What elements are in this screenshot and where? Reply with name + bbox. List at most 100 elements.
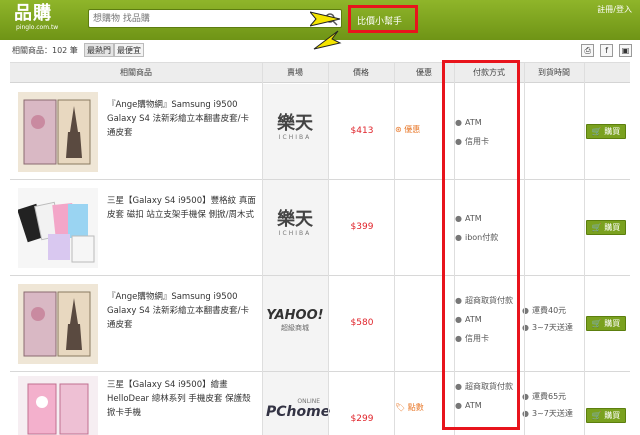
bullet-icon: ●	[455, 382, 462, 391]
buy-button[interactable]: 🛒 購買	[586, 220, 626, 235]
store-subname: ICHIBA	[278, 230, 312, 237]
payment-methods: ● ATM ● 信用卡	[455, 116, 529, 154]
store-name: YAHOO!	[266, 308, 324, 323]
result-count: 相關商品：102 筆	[12, 46, 78, 55]
store-cell: YAHOO! 超級商城	[262, 276, 328, 371]
product-title[interactable]: 『Ange購物網』Samsung i9500 Galaxy S4 法新彩繪立本翻…	[107, 290, 257, 332]
promo-badge[interactable]: 🏷 點數	[395, 402, 450, 413]
facebook-icon[interactable]: f	[600, 44, 614, 57]
buy-label: 購買	[604, 319, 621, 328]
logo-subtext: pinglo.com.tw	[16, 24, 59, 31]
product-thumbnail[interactable]	[18, 92, 98, 172]
shipping-fee: 運費65元	[531, 392, 567, 401]
bullet-icon: ●	[455, 401, 462, 410]
column-divider	[328, 63, 329, 435]
share-icon[interactable]: ▣	[619, 44, 632, 57]
buy-button[interactable]: 🛒 購買	[586, 408, 626, 423]
bullet-icon: ●	[455, 137, 462, 146]
shipping-fee: 運費40元	[531, 306, 567, 315]
store-logo[interactable]: 樂天 ICHIBA	[266, 113, 324, 142]
cart-icon: 🛒	[591, 319, 602, 328]
payment-method: ATM	[464, 214, 482, 223]
search-box	[88, 9, 342, 28]
bullet-icon: ●	[455, 118, 462, 127]
payment-method: ibon付款	[464, 233, 499, 242]
buy-label: 購買	[604, 223, 621, 232]
store-logo[interactable]: ONLINE PChome	[266, 398, 331, 420]
bullet-icon: ●	[455, 296, 462, 305]
column-header-product: 相關商品	[120, 68, 152, 77]
pointer-arrow-icon	[310, 11, 341, 27]
buy-label: 購買	[604, 127, 621, 136]
table-header: 相關商品 賣場 價格 優惠 付款方式 到貨時間	[10, 63, 630, 83]
store-cell: ONLINE PChome	[262, 372, 331, 435]
product-title[interactable]: 三星【Galaxy S4 i9500】繪畫 HelloDear 總林系列 手機皮…	[107, 378, 257, 420]
buy-button[interactable]: 🛒 購買	[586, 124, 626, 139]
delivery-info: ● 運費65元 ● 3~7天送達	[522, 390, 582, 424]
column-divider	[394, 63, 395, 435]
bullet-icon: ●	[455, 334, 462, 343]
cart-icon: 🛒	[591, 127, 602, 136]
sort-cheap-button[interactable]: 最便宜	[114, 43, 144, 57]
payment-methods: ● 超商取貨付款 ● ATM	[455, 380, 529, 418]
product-price: $580	[350, 318, 374, 328]
product-title[interactable]: 三星【Galaxy S4 i9500】豐格紋 真面皮套 磁扣 站立支架手機保 側…	[107, 194, 257, 222]
store-name: PChome	[266, 404, 331, 420]
payment-method: 超商取貨付款	[464, 382, 513, 391]
column-divider	[454, 63, 455, 435]
delivery-time: 3~7天送達	[531, 323, 573, 332]
site-logo[interactable]: 品購 pinglo.com.tw	[14, 4, 59, 32]
sort-hot-button[interactable]: 最熱門	[84, 43, 114, 57]
price-helper-label: 比價小幫手	[357, 17, 403, 27]
store-name: 樂天	[277, 209, 313, 230]
payment-method: ATM	[464, 401, 482, 410]
product-thumbnail[interactable]	[18, 376, 98, 435]
product-table: 相關商品 賣場 價格 優惠 付款方式 到貨時間 『Ange購物網』Samsung…	[10, 62, 630, 435]
product-price: $399	[350, 222, 374, 232]
search-input[interactable]	[89, 10, 319, 27]
store-subname: ICHIBA	[278, 134, 312, 141]
bullet-icon: ●	[455, 315, 462, 324]
payment-method: 信用卡	[464, 334, 489, 343]
price-helper-link[interactable]: 比價小幫手	[348, 5, 418, 33]
store-cell: 樂天 ICHIBA	[262, 84, 328, 179]
product-price: $299	[350, 414, 374, 424]
column-header-promo: 優惠	[416, 68, 432, 77]
delivery-info: ● 運費40元 ● 3~7天送達	[522, 304, 582, 338]
column-divider	[262, 63, 263, 435]
delivery-time: 3~7天送達	[531, 409, 573, 418]
store-subname: 超級商城	[281, 324, 309, 332]
table-row: 『Ange購物網』Samsung i9500 Galaxy S4 法新彩繪立本翻…	[10, 84, 630, 180]
login-register-link[interactable]: 註冊/登入	[597, 4, 632, 15]
payment-method: ATM	[464, 118, 482, 127]
payment-methods: ● 超商取貨付款 ● ATM ● 信用卡	[455, 294, 529, 351]
store-name: 樂天	[277, 113, 313, 134]
column-header-store: 賣場	[287, 68, 303, 77]
column-header-price: 價格	[353, 68, 369, 77]
table-row: 三星【Galaxy S4 i9500】繪畫 HelloDear 總林系列 手機皮…	[10, 372, 630, 435]
promo-badge[interactable]: ⊛ 優惠	[395, 124, 450, 135]
bullet-icon: ●	[455, 233, 462, 242]
product-thumbnail[interactable]	[18, 188, 98, 268]
table-row: 三星【Galaxy S4 i9500】豐格紋 真面皮套 磁扣 站立支架手機保 側…	[10, 180, 630, 276]
column-header-delivery: 到貨時間	[538, 68, 570, 77]
column-divider	[584, 63, 585, 435]
table-row: 『Ange購物網』Samsung i9500 Galaxy S4 法新彩繪立本翻…	[10, 276, 630, 372]
payment-method: 超商取貨付款	[464, 296, 513, 305]
payment-methods: ● ATM ● ibon付款	[455, 212, 529, 250]
store-logo[interactable]: YAHOO! 超級商城	[266, 308, 324, 333]
header-bar: 品購 pinglo.com.tw 比價小幫手 註冊/登入	[0, 0, 640, 50]
product-title[interactable]: 『Ange購物網』Samsung i9500 Galaxy S4 法新彩繪立本翻…	[107, 98, 257, 140]
store-cell: 樂天 ICHIBA	[262, 180, 328, 275]
promo-label: 優惠	[404, 125, 421, 134]
payment-method: 信用卡	[464, 137, 489, 146]
cart-icon: 🛒	[591, 223, 602, 232]
product-price: $413	[350, 126, 374, 136]
cart-icon: 🛒	[591, 411, 602, 420]
print-icon[interactable]: ⎙	[581, 44, 595, 57]
column-divider	[524, 63, 525, 435]
store-logo[interactable]: 樂天 ICHIBA	[266, 209, 324, 238]
bullet-icon: ●	[455, 214, 462, 223]
buy-button[interactable]: 🛒 購買	[586, 316, 626, 331]
product-thumbnail[interactable]	[18, 284, 98, 364]
